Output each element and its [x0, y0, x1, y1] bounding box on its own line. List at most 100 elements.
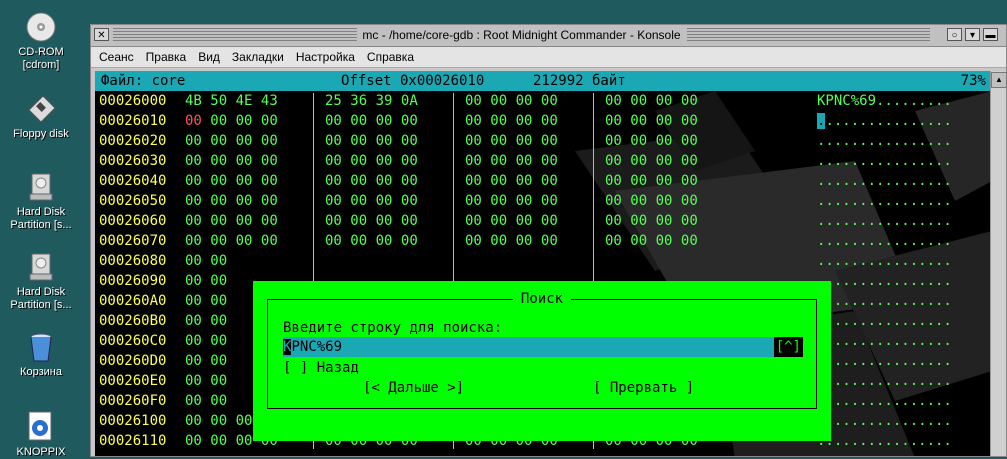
hex-byte[interactable]: 00	[681, 171, 698, 191]
hex-byte[interactable]: 00	[210, 171, 235, 191]
hex-byte[interactable]: 00	[516, 211, 541, 231]
hex-byte[interactable]: 00	[325, 211, 350, 231]
hex-byte[interactable]: 00	[656, 111, 681, 131]
hex-byte[interactable]: 00	[605, 171, 630, 191]
hex-byte[interactable]: 00	[185, 231, 210, 251]
hex-byte[interactable]: 00	[210, 411, 235, 431]
hex-byte[interactable]: 00	[210, 111, 235, 131]
hex-byte[interactable]: 00	[630, 231, 655, 251]
hex-byte[interactable]: 00	[185, 311, 210, 331]
hex-byte[interactable]: 00	[516, 231, 541, 251]
history-button[interactable]: [^]	[773, 337, 803, 357]
hex-byte[interactable]: 00	[630, 171, 655, 191]
hex-byte[interactable]: 39	[376, 91, 401, 111]
hex-byte[interactable]: 00	[541, 231, 558, 251]
hex-byte[interactable]: 00	[490, 91, 515, 111]
desktop-icon[interactable]: Hard Disk Partition [s...	[0, 170, 82, 232]
hex-byte[interactable]: 00	[630, 91, 655, 111]
hex-byte[interactable]: 00	[261, 111, 278, 131]
hex-byte[interactable]: 00	[210, 331, 227, 351]
hex-byte[interactable]: 00	[185, 411, 210, 431]
hex-byte[interactable]: 00	[656, 91, 681, 111]
hex-byte[interactable]: 00	[605, 231, 630, 251]
hex-byte[interactable]: 00	[516, 111, 541, 131]
hex-byte[interactable]: 00	[490, 191, 515, 211]
hex-byte[interactable]: 00	[656, 191, 681, 211]
hex-byte[interactable]: 00	[541, 171, 558, 191]
hex-byte[interactable]: 00	[210, 151, 235, 171]
close-icon[interactable]: ▬	[983, 28, 998, 41]
hex-byte[interactable]: 00	[465, 91, 490, 111]
hex-byte[interactable]: 00	[630, 191, 655, 211]
hex-byte[interactable]: 00	[541, 211, 558, 231]
hex-byte[interactable]: 00	[210, 431, 235, 451]
hex-byte[interactable]: 00	[325, 191, 350, 211]
hex-byte[interactable]: 00	[465, 131, 490, 151]
hex-byte[interactable]: 00	[236, 211, 261, 231]
hex-byte[interactable]: 00	[681, 131, 698, 151]
hex-byte[interactable]: 00	[490, 111, 515, 131]
menu-item[interactable]: Сеанс	[91, 50, 138, 64]
menu-item[interactable]: Правка	[138, 50, 191, 64]
hex-byte[interactable]: 00	[350, 171, 375, 191]
hex-byte[interactable]: 00	[630, 111, 655, 131]
hex-byte[interactable]: 00	[185, 151, 210, 171]
hex-byte[interactable]: 00	[376, 191, 401, 211]
hex-byte[interactable]: 00	[210, 311, 227, 331]
hex-byte[interactable]: 00	[185, 291, 210, 311]
hex-byte[interactable]: 00	[210, 371, 227, 391]
search-input[interactable]: KPNC%69 [^]	[283, 337, 803, 357]
hex-byte[interactable]: 00	[490, 171, 515, 191]
desktop-icon[interactable]: KNOPPIX	[0, 410, 82, 459]
hex-byte[interactable]: 00	[350, 211, 375, 231]
desktop-icon[interactable]: Hard Disk Partition [s...	[0, 250, 82, 312]
hex-byte[interactable]: 00	[465, 111, 490, 131]
menu-item[interactable]: Настройка	[288, 50, 359, 64]
hex-byte[interactable]: 00	[681, 191, 698, 211]
hex-byte[interactable]: 00	[490, 211, 515, 231]
hex-byte[interactable]: 00	[210, 191, 235, 211]
hex-byte[interactable]: 00	[465, 231, 490, 251]
hex-byte[interactable]: 00	[541, 91, 558, 111]
hex-byte[interactable]: 00	[185, 251, 210, 271]
hex-byte[interactable]: 4B	[185, 91, 210, 111]
hex-byte[interactable]: 00	[350, 131, 375, 151]
hex-byte[interactable]: 00	[681, 111, 698, 131]
hex-byte[interactable]: 00	[541, 151, 558, 171]
hex-byte[interactable]: 00	[681, 151, 698, 171]
hex-byte[interactable]: 00	[516, 191, 541, 211]
hex-byte[interactable]: 00	[325, 111, 350, 131]
hex-byte[interactable]: 00	[325, 231, 350, 251]
hex-byte[interactable]: 00	[376, 111, 401, 131]
hex-byte[interactable]: 00	[185, 171, 210, 191]
menu-item[interactable]: Закладки	[224, 50, 288, 64]
hex-byte[interactable]: 25	[325, 91, 350, 111]
hex-byte[interactable]: 00	[261, 231, 278, 251]
hex-byte[interactable]: 00	[210, 251, 227, 271]
desktop-icon[interactable]: Floppy disk	[0, 92, 82, 141]
hex-byte[interactable]: 00	[516, 151, 541, 171]
title-bar[interactable]: ✕ mc - /home/core-gdb : Root Midnight Co…	[91, 25, 1006, 47]
hex-byte[interactable]: 00	[401, 111, 418, 131]
hex-byte[interactable]: 00	[401, 131, 418, 151]
hex-byte[interactable]: 00	[185, 391, 210, 411]
menu-item[interactable]: Вид	[190, 50, 224, 64]
window-menu-icon[interactable]: ✕	[94, 28, 109, 41]
hex-byte[interactable]: 00	[185, 351, 210, 371]
hex-byte[interactable]: 00	[376, 211, 401, 231]
hex-byte[interactable]: 00	[656, 131, 681, 151]
hex-byte[interactable]: 00	[236, 111, 261, 131]
hex-byte[interactable]: 00	[350, 111, 375, 131]
hex-byte[interactable]: 00	[261, 151, 278, 171]
hex-byte[interactable]: 00	[516, 91, 541, 111]
hex-byte[interactable]: 00	[681, 211, 698, 231]
hex-byte[interactable]: 00	[656, 171, 681, 191]
menu-item[interactable]: Справка	[359, 50, 418, 64]
hex-byte[interactable]: 00	[376, 131, 401, 151]
hex-byte[interactable]: 00	[236, 171, 261, 191]
hex-byte[interactable]: 00	[350, 191, 375, 211]
hex-byte[interactable]: 00	[465, 151, 490, 171]
hex-byte[interactable]: 00	[630, 131, 655, 151]
hex-byte[interactable]: 00	[516, 171, 541, 191]
hex-byte[interactable]: 36	[350, 91, 375, 111]
